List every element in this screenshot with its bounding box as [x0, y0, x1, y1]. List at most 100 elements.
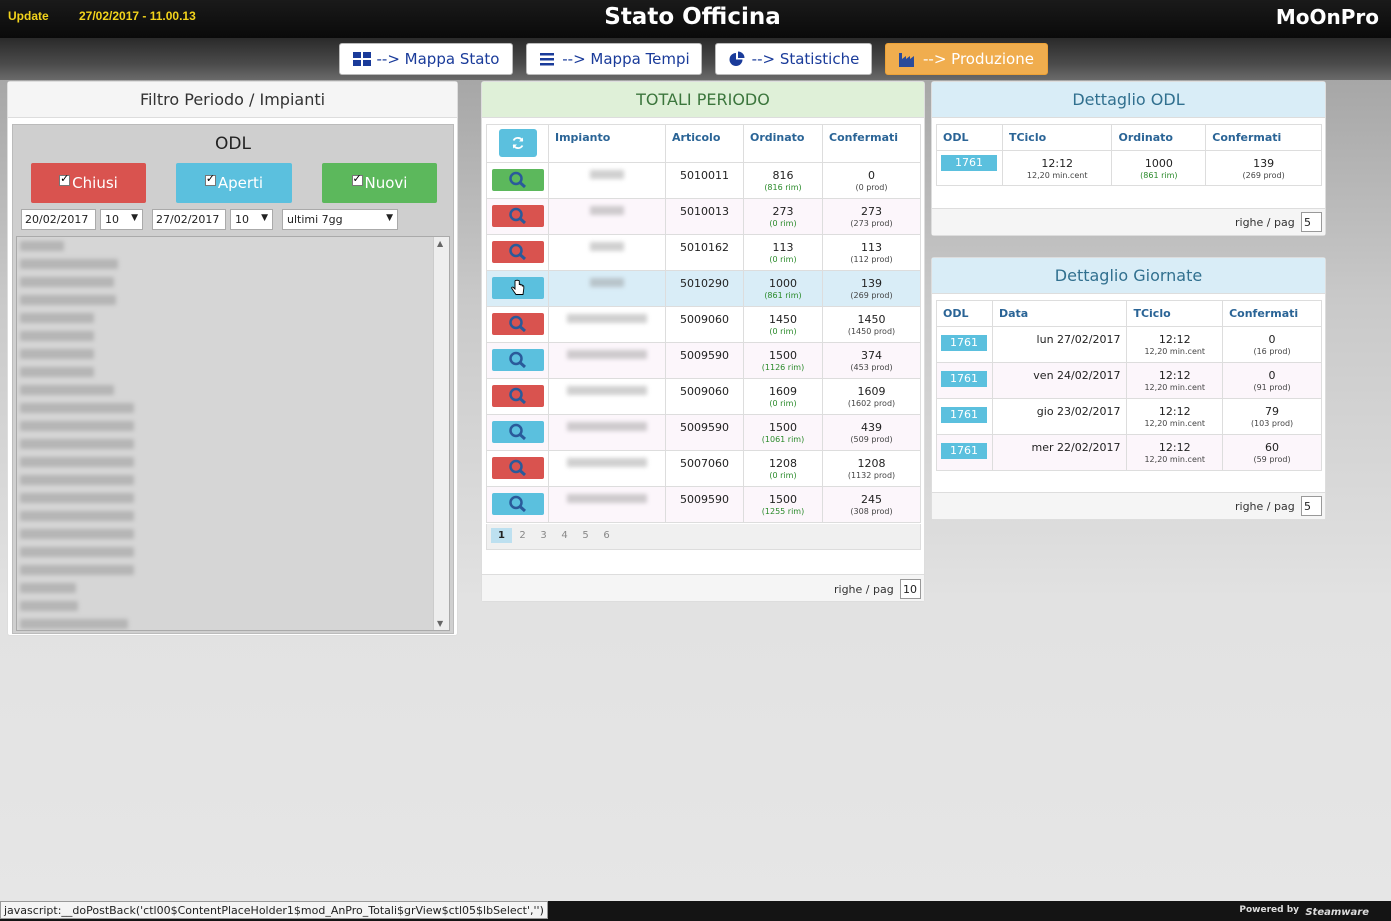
chiusi-toggle-button[interactable]: Chiusi — [31, 163, 146, 203]
nuovi-toggle-button[interactable]: Nuovi — [322, 163, 437, 203]
list-item[interactable] — [17, 273, 449, 291]
table-row[interactable]: 5009590 1500 (1061 rim) 439 (509 prod) — [486, 414, 921, 451]
ordinato-cell: 1450 (0 rim) — [743, 306, 823, 343]
rows-per-page-input[interactable]: 5 — [1301, 496, 1322, 516]
select-row-button[interactable] — [491, 205, 544, 227]
select-row-button[interactable] — [491, 169, 544, 191]
odl-badge[interactable]: 1761 — [941, 335, 987, 351]
list-item[interactable] — [17, 255, 449, 273]
odl-cell: 1761 — [936, 362, 993, 399]
date-to-input[interactable]: 27/02/2017 — [152, 209, 226, 230]
table-row[interactable]: 5010013 273 (0 rim) 273 (273 prod) — [486, 198, 921, 235]
rows-per-page-input[interactable]: 10 — [900, 579, 921, 599]
powered-by-label: Powered by — [1239, 905, 1299, 915]
aperti-toggle-button[interactable]: Aperti — [176, 163, 292, 203]
table-row[interactable]: 5010290 1000 (861 rim) 139 (269 prod) — [486, 270, 921, 307]
page-5-link[interactable]: 5 — [575, 528, 596, 543]
aperti-checkbox[interactable] — [204, 172, 216, 186]
scroll-down-icon[interactable]: ▼ — [437, 619, 443, 628]
nav-statistiche-button[interactable]: --> Statistiche — [715, 43, 872, 75]
nav-mappa-tempi-button[interactable]: --> Mappa Tempi — [526, 43, 702, 75]
select-row-button[interactable] — [491, 277, 544, 299]
list-item[interactable] — [17, 489, 449, 507]
table-row[interactable]: 5010011 816 (816 rim) 0 (0 prod) — [486, 162, 921, 199]
list-item[interactable] — [17, 597, 449, 615]
ordinato-value: 816 — [772, 169, 794, 182]
select-row-button[interactable] — [491, 385, 544, 407]
ordinato-value: 1208 — [769, 457, 797, 470]
list-item[interactable] — [17, 579, 449, 597]
confermati-value: 79 — [1265, 405, 1280, 418]
nav-mappa-stato-button[interactable]: --> Mappa Stato — [339, 43, 513, 75]
chiusi-checkbox[interactable] — [59, 172, 71, 186]
confermati-sub: (1450 prod) — [847, 327, 896, 336]
select-cell — [486, 270, 549, 307]
odl-badge[interactable]: 1761 — [941, 155, 997, 171]
ordinato-value: 1500 — [769, 421, 797, 434]
articolo-cell: 5007060 — [665, 450, 744, 487]
page-1-link[interactable]: 1 — [491, 528, 512, 543]
list-item[interactable] — [17, 417, 449, 435]
odl-badge[interactable]: 1761 — [941, 407, 987, 423]
list-item[interactable] — [17, 453, 449, 471]
range-value: ultimi 7gg — [287, 213, 343, 226]
list-item[interactable] — [17, 507, 449, 525]
select-row-button[interactable] — [491, 241, 544, 263]
scroll-up-icon[interactable]: ▲ — [437, 239, 443, 248]
table-row[interactable]: 5009060 1609 (0 rim) 1609 (1602 prod) — [486, 378, 921, 415]
range-select[interactable]: ultimi 7gg ▼ — [282, 209, 398, 230]
list-item[interactable] — [17, 309, 449, 327]
list-item[interactable] — [17, 345, 449, 363]
table-row[interactable]: 5009590 1500 (1126 rim) 374 (453 prod) — [486, 342, 921, 379]
articolo-cell: 5010290 — [665, 270, 744, 307]
list-item[interactable] — [17, 471, 449, 489]
list-item[interactable] — [17, 381, 449, 399]
refresh-button[interactable] — [498, 129, 537, 157]
select-row-button[interactable] — [491, 493, 544, 515]
nuovi-checkbox[interactable] — [351, 172, 363, 186]
page-2-link[interactable]: 2 — [512, 528, 533, 543]
table-row[interactable]: 5010162 113 (0 rim) 113 (112 prod) — [486, 234, 921, 271]
nav-produzione-button[interactable]: --> Produzione — [885, 43, 1048, 75]
list-item[interactable] — [17, 435, 449, 453]
confermati-sub: (91 prod) — [1253, 383, 1291, 392]
list-item[interactable] — [17, 543, 449, 561]
list-item[interactable] — [17, 327, 449, 345]
hour-to-select[interactable]: 10 ▼ — [230, 209, 273, 230]
list-scrollbar[interactable]: ▲ ▼ — [433, 237, 449, 630]
table-row[interactable]: 5009590 1500 (1255 rim) 245 (308 prod) — [486, 486, 921, 523]
rows-per-page-input[interactable]: 5 — [1301, 212, 1322, 232]
impianto-cell — [548, 450, 666, 487]
page-6-link[interactable]: 6 — [596, 528, 617, 543]
select-row-button[interactable] — [491, 457, 544, 479]
search-icon — [508, 495, 526, 513]
ordinato-cell: 1500 (1061 rim) — [743, 414, 823, 451]
list-item[interactable] — [17, 237, 449, 255]
tciclo-sub: 12,20 min.cent — [1144, 419, 1206, 428]
confermati-cell: 273 (273 prod) — [822, 198, 921, 235]
plant-listbox[interactable]: ▲ ▼ — [16, 236, 450, 631]
odl-badge[interactable]: 1761 — [941, 371, 987, 387]
ordinato-sub: (861 rim) — [1140, 171, 1178, 180]
list-item[interactable] — [17, 561, 449, 579]
select-row-button[interactable] — [491, 421, 544, 443]
confermati-sub: (453 prod) — [850, 363, 893, 372]
page-4-link[interactable]: 4 — [554, 528, 575, 543]
table-row[interactable]: 5007060 1208 (0 rim) 1208 (1132 prod) — [486, 450, 921, 487]
select-row-button[interactable] — [491, 313, 544, 335]
page-3-link[interactable]: 3 — [533, 528, 554, 543]
list-item[interactable] — [17, 615, 449, 630]
select-row-button[interactable] — [491, 349, 544, 371]
impianto-cell — [548, 342, 666, 379]
table-row[interactable]: 5009060 1450 (0 rim) 1450 (1450 prod) — [486, 306, 921, 343]
rows-per-page-label: righe / pag — [1235, 500, 1295, 513]
list-item[interactable] — [17, 291, 449, 309]
list-item[interactable] — [17, 525, 449, 543]
odl-badge[interactable]: 1761 — [941, 443, 987, 459]
impianto-cell — [548, 270, 666, 307]
list-item[interactable] — [17, 363, 449, 381]
hour-from-select[interactable]: 10 ▼ — [100, 209, 143, 230]
confermati-value: 60 — [1265, 441, 1280, 454]
date-from-input[interactable]: 20/02/2017 — [21, 209, 96, 230]
list-item[interactable] — [17, 399, 449, 417]
